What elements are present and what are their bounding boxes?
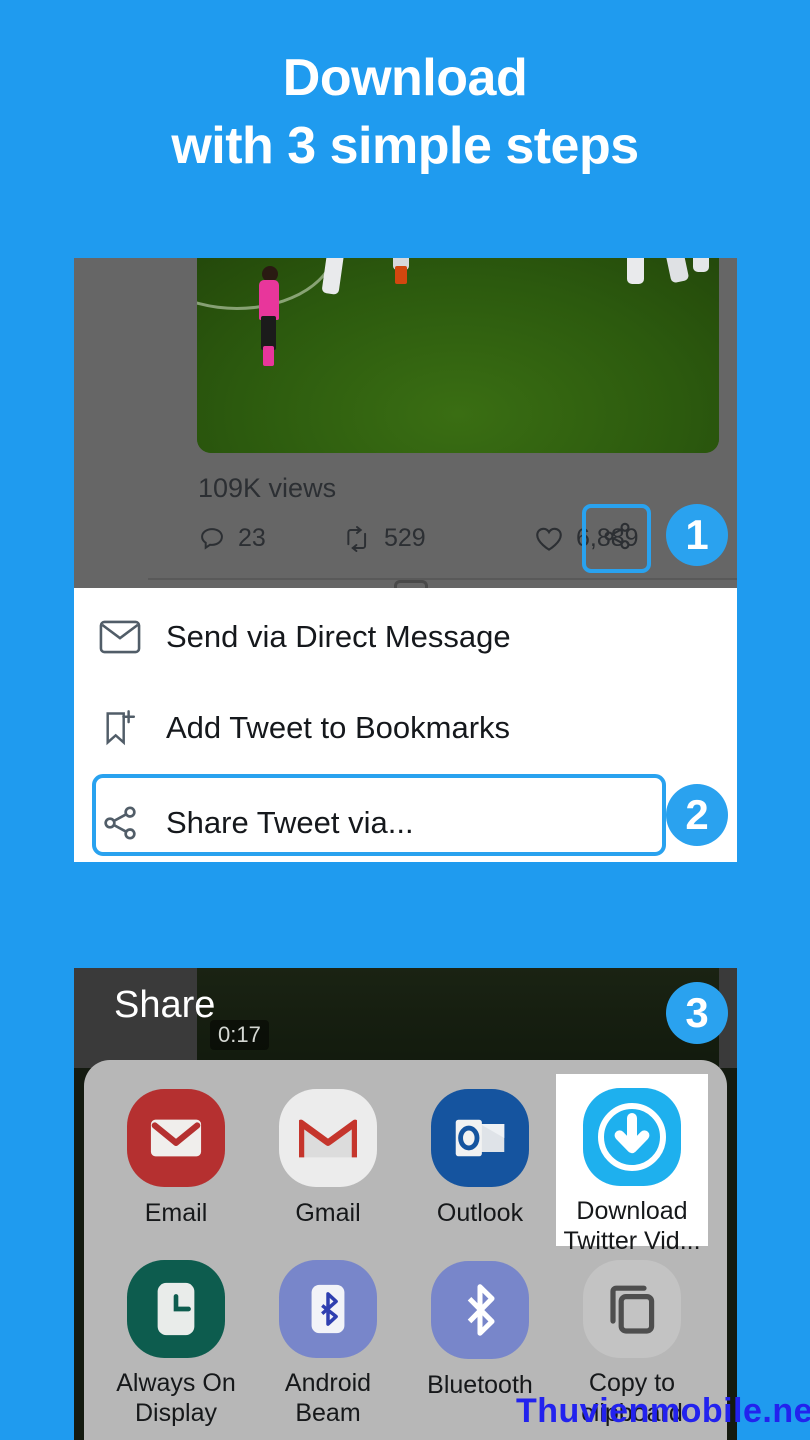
retweet-metric[interactable]: 529 [342, 524, 426, 553]
view-count: 109K views [198, 473, 337, 503]
share-target-always-on-display[interactable]: Always On Display [100, 1246, 252, 1427]
app-label: Outlook [436, 1199, 524, 1227]
reply-metric[interactable]: 23 [198, 524, 266, 553]
envelope-icon [74, 620, 166, 654]
menu-item-label: Add Tweet to Bookmarks [166, 710, 511, 745]
player-legs-2 [395, 266, 407, 284]
step-badge-2: 2 [666, 784, 728, 846]
tweet-metrics-bar: 23 529 6,889 [198, 516, 737, 572]
step-badge-1: 1 [666, 504, 728, 566]
share-target-android-beam[interactable]: Android Beam [252, 1246, 404, 1427]
share-icon [74, 803, 166, 843]
bookmark-add-icon [74, 708, 166, 748]
share-target-download-twitter-video[interactable]: Download Twitter Vid... [556, 1074, 708, 1255]
video-duration-badge: 0:17 [210, 1020, 269, 1050]
like-icon [534, 525, 564, 553]
referee-body [259, 280, 279, 320]
app-label-line-2: Beam [295, 1399, 361, 1427]
share-target-gmail[interactable]: Gmail [252, 1074, 404, 1246]
menu-item-send-via-direct-message[interactable]: Send via Direct Message [74, 594, 737, 680]
share-target-outlook[interactable]: Outlook [404, 1074, 556, 1246]
menu-item-label: Send via Direct Message [166, 619, 511, 654]
copy-to-clipboard-icon [582, 1260, 682, 1358]
app-label: Android Beam [253, 1368, 403, 1428]
referee-legs [261, 316, 276, 350]
step-badge-3: 3 [666, 982, 728, 1044]
app-label-line-2: Display [135, 1399, 217, 1427]
page-title: Download with 3 simple steps [0, 44, 810, 180]
gmail-icon [278, 1088, 378, 1188]
step1-screenshot-panel: 109K views 23 529 6,889 [74, 258, 737, 588]
retweet-count: 529 [384, 524, 426, 552]
share-app-grid: Email Gmail Outlook Download Twitter Vid… [84, 1074, 727, 1427]
share-sheet-title: Share [114, 984, 216, 1026]
app-label-line-1: Android [284, 1369, 372, 1397]
share-sheet-body: Email Gmail Outlook Download Twitter Vid… [84, 1060, 727, 1440]
retweet-icon [342, 525, 372, 553]
player-body-5 [693, 258, 709, 272]
reply-count: 23 [238, 524, 266, 552]
bluetooth-icon [430, 1260, 530, 1360]
share-target-email[interactable]: Email [100, 1074, 252, 1246]
app-label: Gmail [295, 1199, 361, 1227]
site-watermark: Thuvienmobile.net [516, 1392, 810, 1430]
title-line-2: with 3 simple steps [171, 117, 639, 175]
android-beam-icon [278, 1260, 378, 1358]
player-body-3 [627, 258, 644, 284]
download-twitter-video-icon [582, 1088, 682, 1186]
outlook-icon [430, 1088, 530, 1188]
menu-item-add-tweet-to-bookmarks[interactable]: Add Tweet to Bookmarks [74, 685, 737, 771]
email-icon [126, 1088, 226, 1188]
app-label: Email [144, 1199, 208, 1227]
referee-shins [263, 346, 274, 366]
app-label-line-1: Always On [116, 1369, 236, 1397]
app-label: Always On Display [101, 1368, 251, 1428]
card-divider [148, 578, 737, 580]
reply-icon [198, 525, 226, 553]
sheet-peek-indicator [394, 580, 428, 588]
menu-item-share-tweet-via[interactable]: Share Tweet via... [74, 780, 737, 862]
share-app-row: Email Gmail Outlook Download Twitter Vid… [84, 1074, 727, 1255]
app-label-line-1: Download [576, 1197, 688, 1225]
share-button-highlight[interactable] [582, 504, 651, 573]
title-line-1: Download [282, 49, 528, 107]
always-on-display-icon [126, 1260, 226, 1358]
menu-item-label: Share Tweet via... [166, 805, 414, 840]
step2-share-menu-panel: Send via Direct Message Add Tweet to Boo… [74, 588, 737, 862]
step3-android-share-sheet-panel: Share 0:17 Email Gmail Outlook Download … [74, 968, 737, 1440]
tweet-video-thumbnail[interactable] [197, 258, 719, 453]
share-icon [601, 520, 633, 557]
